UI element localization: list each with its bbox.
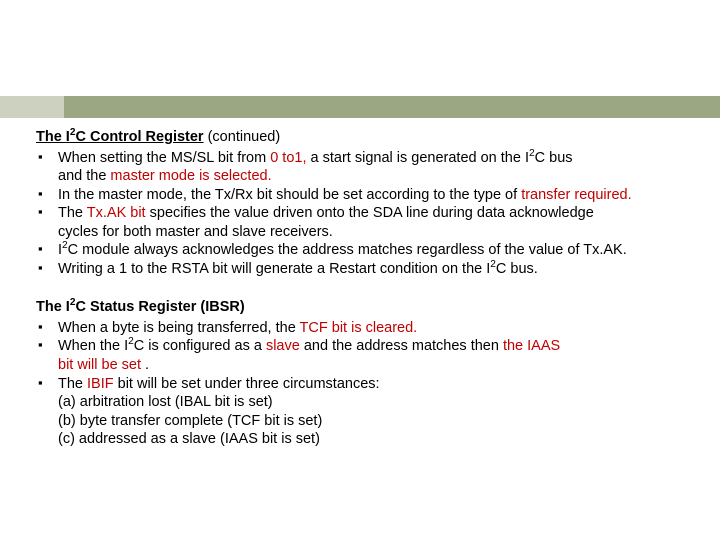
bullet-item: The IBIF bit will be set under three cir… — [36, 375, 720, 449]
title-underline: The I2C Control Register — [36, 129, 204, 145]
bullet-item: I2C module always acknowledges the addre… — [36, 241, 720, 260]
header-accent-bar — [0, 96, 720, 118]
bullet-item: When setting the MS/SL bit from 0 to1, a… — [36, 149, 720, 186]
bullet-list-status: When a byte is being transferred, the TC… — [36, 319, 720, 449]
section-control-register: The I2C Control Register (continued) Whe… — [36, 128, 720, 278]
bullet-item: Writing a 1 to the RSTA bit will generat… — [36, 260, 720, 279]
section-title-status: The I2C Status Register (IBSR) — [36, 298, 720, 317]
bullet-item: In the master mode, the Tx/Rx bit should… — [36, 186, 720, 205]
slide-body: The I2C Control Register (continued) Whe… — [36, 128, 720, 469]
bullet-list-control: When setting the MS/SL bit from 0 to1, a… — [36, 149, 720, 279]
bullet-item: When a byte is being transferred, the TC… — [36, 319, 720, 338]
section-status-register: The I2C Status Register (IBSR) When a by… — [36, 298, 720, 448]
bullet-item: When the I2C is configured as a slave an… — [36, 337, 720, 374]
section-title-control: The I2C Control Register (continued) — [36, 128, 720, 147]
bullet-item: The Tx.AK bit specifies the value driven… — [36, 204, 720, 241]
